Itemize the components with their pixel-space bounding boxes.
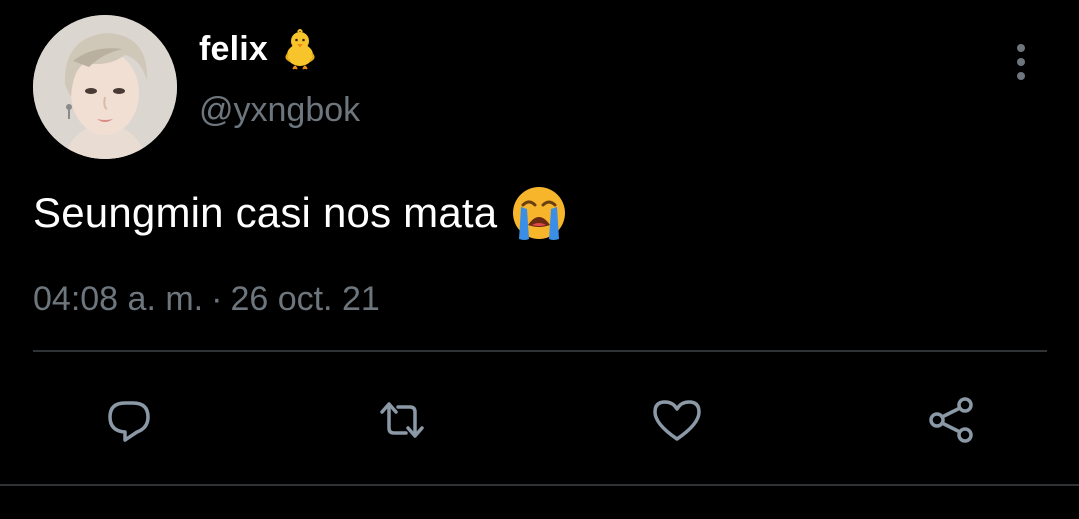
tweet-timestamp[interactable]: 04:08 a. m. · 26 oct. 21 bbox=[33, 280, 380, 319]
more-vertical-icon-dot bbox=[1017, 58, 1025, 66]
more-vertical-icon bbox=[1017, 44, 1025, 52]
retweet-button[interactable] bbox=[374, 392, 430, 448]
reply-button[interactable] bbox=[101, 392, 157, 448]
share-icon bbox=[929, 397, 973, 443]
display-name[interactable]: felix bbox=[199, 30, 268, 69]
like-button[interactable] bbox=[649, 392, 705, 448]
more-vertical-icon-dot bbox=[1017, 72, 1025, 80]
author-name-row: felix bbox=[199, 28, 320, 70]
heart-icon bbox=[653, 400, 701, 441]
divider bbox=[33, 350, 1047, 352]
avatar-photo bbox=[33, 15, 177, 159]
baby-chick-icon bbox=[285, 29, 315, 70]
reply-icon bbox=[108, 401, 150, 442]
tweet-date: 26 oct. 21 bbox=[230, 280, 380, 318]
divider bbox=[0, 484, 1079, 486]
tweet-body: Seungmin casi nos mata bbox=[33, 185, 567, 241]
avatar[interactable] bbox=[33, 15, 177, 159]
username-handle[interactable]: @yxngbok bbox=[199, 91, 360, 130]
timestamp-separator: · bbox=[211, 280, 223, 318]
share-button[interactable] bbox=[923, 392, 979, 448]
retweet-icon bbox=[380, 402, 424, 438]
tweet-detail: felix @yxngbok Seungmin casi nos mata 04… bbox=[0, 0, 1079, 519]
tweet-text: Seungmin casi nos mata bbox=[33, 189, 498, 236]
loudly-crying-face-icon bbox=[513, 187, 566, 240]
more-options-button[interactable] bbox=[1006, 40, 1036, 84]
tweet-time: 04:08 a. m. bbox=[33, 280, 204, 318]
